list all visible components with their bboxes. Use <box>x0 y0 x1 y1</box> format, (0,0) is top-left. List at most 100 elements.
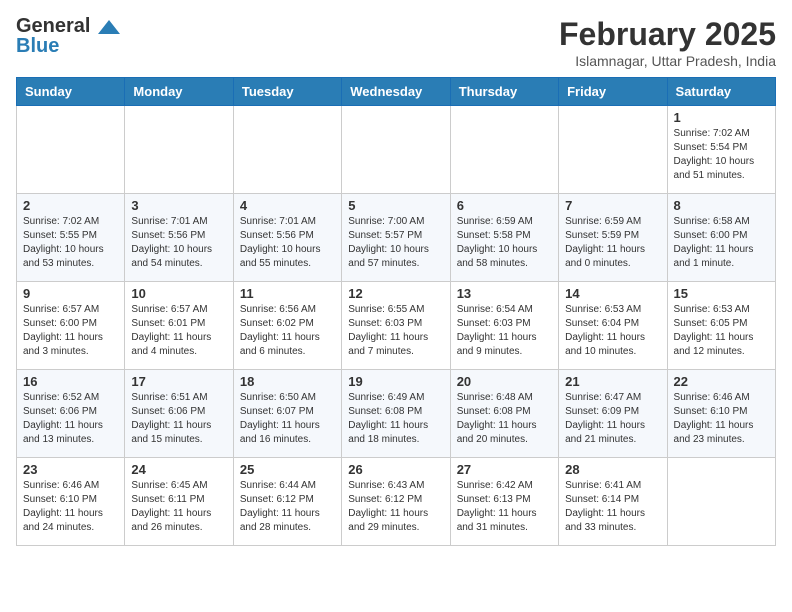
day-info: Sunrise: 6:42 AM Sunset: 6:13 PM Dayligh… <box>457 479 552 535</box>
calendar-week-3: 9Sunrise: 6:57 AM Sunset: 6:00 PM Daylig… <box>17 282 776 370</box>
day-info: Sunrise: 6:59 AM Sunset: 5:59 PM Dayligh… <box>565 215 660 271</box>
weekday-tuesday: Tuesday <box>233 78 341 106</box>
calendar-cell: 16 Sunrise: 6:52 AM Sunset: 6:06 PM Dayli… <box>17 370 125 458</box>
day-number: 3 <box>131 198 226 213</box>
day-info: Sunrise: 6:57 AM Sunset: 6:01 PM Dayligh… <box>131 303 226 359</box>
calendar-cell: 3 Sunrise: 7:01 AM Sunset: 5:56 PM Daylig… <box>125 194 233 282</box>
day-number: 25 <box>240 462 335 477</box>
day-info: Sunrise: 7:02 AM Sunset: 5:54 PM Dayligh… <box>674 127 769 183</box>
calendar-cell: 14 Sunrise: 6:53 AM Sunset: 6:04 PM Dayli… <box>559 282 667 370</box>
day-number: 23 <box>23 462 118 477</box>
day-info: Sunrise: 6:43 AM Sunset: 6:12 PM Dayligh… <box>348 479 443 535</box>
calendar-cell: 15 Sunrise: 6:53 AM Sunset: 6:05 PM Dayli… <box>667 282 775 370</box>
day-info: Sunrise: 6:46 AM Sunset: 6:10 PM Dayligh… <box>23 479 118 535</box>
calendar-cell: 19Sunrise: 6:49 AM Sunset: 6:08 PM Dayli… <box>342 370 450 458</box>
calendar-cell: 2 Sunrise: 7:02 AM Sunset: 5:55 PM Daylig… <box>17 194 125 282</box>
calendar-week-4: 16 Sunrise: 6:52 AM Sunset: 6:06 PM Dayli… <box>17 370 776 458</box>
weekday-monday: Monday <box>125 78 233 106</box>
day-number: 10 <box>131 286 226 301</box>
logo-icon <box>98 20 120 34</box>
calendar-cell: 23 Sunrise: 6:46 AM Sunset: 6:10 PM Dayli… <box>17 458 125 546</box>
day-info: Sunrise: 6:58 AM Sunset: 6:00 PM Dayligh… <box>674 215 769 271</box>
calendar-cell: 7 Sunrise: 6:59 AM Sunset: 5:59 PM Daylig… <box>559 194 667 282</box>
title-section: February 2025 Islamnagar, Uttar Pradesh,… <box>559 16 776 69</box>
weekday-header-row: SundayMondayTuesdayWednesdayThursdayFrid… <box>17 78 776 106</box>
calendar-cell: 9Sunrise: 6:57 AM Sunset: 6:00 PM Daylig… <box>17 282 125 370</box>
day-number: 2 <box>23 198 118 213</box>
day-info: Sunrise: 7:01 AM Sunset: 5:56 PM Dayligh… <box>131 215 226 271</box>
location: Islamnagar, Uttar Pradesh, India <box>559 53 776 69</box>
day-info: Sunrise: 7:02 AM Sunset: 5:55 PM Dayligh… <box>23 215 118 271</box>
calendar-cell: 10 Sunrise: 6:57 AM Sunset: 6:01 PM Dayli… <box>125 282 233 370</box>
day-info: Sunrise: 6:55 AM Sunset: 6:03 PM Dayligh… <box>348 303 443 359</box>
calendar-week-2: 2 Sunrise: 7:02 AM Sunset: 5:55 PM Daylig… <box>17 194 776 282</box>
day-number: 20 <box>457 374 552 389</box>
calendar-cell: 17Sunrise: 6:51 AM Sunset: 6:06 PM Dayli… <box>125 370 233 458</box>
day-number: 7 <box>565 198 660 213</box>
day-info: Sunrise: 6:45 AM Sunset: 6:11 PM Dayligh… <box>131 479 226 535</box>
day-info: Sunrise: 6:54 AM Sunset: 6:03 PM Dayligh… <box>457 303 552 359</box>
calendar-cell: 5 Sunrise: 7:00 AM Sunset: 5:57 PM Daylig… <box>342 194 450 282</box>
day-info: Sunrise: 6:46 AM Sunset: 6:10 PM Dayligh… <box>674 391 769 447</box>
day-info: Sunrise: 6:50 AM Sunset: 6:07 PM Dayligh… <box>240 391 335 447</box>
calendar-cell <box>17 106 125 194</box>
day-info: Sunrise: 6:53 AM Sunset: 6:04 PM Dayligh… <box>565 303 660 359</box>
calendar-cell: 26 Sunrise: 6:43 AM Sunset: 6:12 PM Dayli… <box>342 458 450 546</box>
day-number: 12 <box>348 286 443 301</box>
day-number: 17 <box>131 374 226 389</box>
day-number: 27 <box>457 462 552 477</box>
day-number: 11 <box>240 286 335 301</box>
calendar-cell: 24 Sunrise: 6:45 AM Sunset: 6:11 PM Dayli… <box>125 458 233 546</box>
calendar: SundayMondayTuesdayWednesdayThursdayFrid… <box>16 77 776 546</box>
calendar-cell <box>667 458 775 546</box>
calendar-cell: 12 Sunrise: 6:55 AM Sunset: 6:03 PM Dayli… <box>342 282 450 370</box>
day-info: Sunrise: 6:47 AM Sunset: 6:09 PM Dayligh… <box>565 391 660 447</box>
day-number: 18 <box>240 374 335 389</box>
logo-general: General <box>16 15 90 37</box>
calendar-cell <box>342 106 450 194</box>
calendar-cell: 4 Sunrise: 7:01 AM Sunset: 5:56 PM Daylig… <box>233 194 341 282</box>
day-number: 24 <box>131 462 226 477</box>
weekday-saturday: Saturday <box>667 78 775 106</box>
day-number: 26 <box>348 462 443 477</box>
weekday-thursday: Thursday <box>450 78 558 106</box>
calendar-week-5: 23 Sunrise: 6:46 AM Sunset: 6:10 PM Dayli… <box>17 458 776 546</box>
day-number: 19 <box>348 374 443 389</box>
calendar-cell: 18 Sunrise: 6:50 AM Sunset: 6:07 PM Dayli… <box>233 370 341 458</box>
calendar-week-1: 1Sunrise: 7:02 AM Sunset: 5:54 PM Daylig… <box>17 106 776 194</box>
day-number: 9 <box>23 286 118 301</box>
day-number: 4 <box>240 198 335 213</box>
calendar-cell <box>559 106 667 194</box>
day-number: 5 <box>348 198 443 213</box>
month-title: February 2025 <box>559 16 776 53</box>
day-number: 15 <box>674 286 769 301</box>
day-info: Sunrise: 6:41 AM Sunset: 6:14 PM Dayligh… <box>565 479 660 535</box>
day-number: 28 <box>565 462 660 477</box>
day-number: 8 <box>674 198 769 213</box>
day-number: 14 <box>565 286 660 301</box>
logo-blue: Blue <box>16 36 59 56</box>
weekday-friday: Friday <box>559 78 667 106</box>
calendar-cell: 13 Sunrise: 6:54 AM Sunset: 6:03 PM Dayli… <box>450 282 558 370</box>
calendar-cell: 25 Sunrise: 6:44 AM Sunset: 6:12 PM Dayli… <box>233 458 341 546</box>
day-info: Sunrise: 6:52 AM Sunset: 6:06 PM Dayligh… <box>23 391 118 447</box>
day-info: Sunrise: 6:53 AM Sunset: 6:05 PM Dayligh… <box>674 303 769 359</box>
day-number: 6 <box>457 198 552 213</box>
day-number: 13 <box>457 286 552 301</box>
day-info: Sunrise: 6:48 AM Sunset: 6:08 PM Dayligh… <box>457 391 552 447</box>
calendar-cell <box>233 106 341 194</box>
calendar-cell: 1Sunrise: 7:02 AM Sunset: 5:54 PM Daylig… <box>667 106 775 194</box>
calendar-cell: 27 Sunrise: 6:42 AM Sunset: 6:13 PM Dayli… <box>450 458 558 546</box>
calendar-cell: 11 Sunrise: 6:56 AM Sunset: 6:02 PM Dayli… <box>233 282 341 370</box>
weekday-wednesday: Wednesday <box>342 78 450 106</box>
calendar-cell: 21Sunrise: 6:47 AM Sunset: 6:09 PM Dayli… <box>559 370 667 458</box>
page-header: General Blue February 2025 Islamnagar, U… <box>16 16 776 69</box>
day-info: Sunrise: 6:59 AM Sunset: 5:58 PM Dayligh… <box>457 215 552 271</box>
day-number: 16 <box>23 374 118 389</box>
day-info: Sunrise: 7:01 AM Sunset: 5:56 PM Dayligh… <box>240 215 335 271</box>
day-info: Sunrise: 7:00 AM Sunset: 5:57 PM Dayligh… <box>348 215 443 271</box>
weekday-sunday: Sunday <box>17 78 125 106</box>
day-info: Sunrise: 6:44 AM Sunset: 6:12 PM Dayligh… <box>240 479 335 535</box>
logo: General Blue <box>16 16 120 56</box>
day-info: Sunrise: 6:56 AM Sunset: 6:02 PM Dayligh… <box>240 303 335 359</box>
